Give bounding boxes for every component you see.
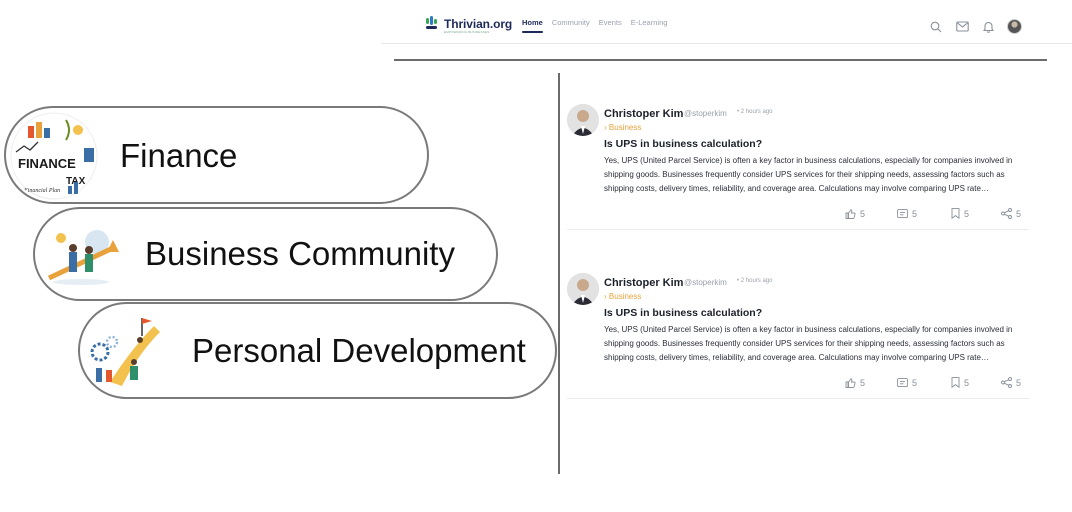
post-category[interactable]: › Business xyxy=(604,123,641,132)
comment-icon xyxy=(897,208,908,218)
column-divider xyxy=(558,73,560,474)
category-personal-development[interactable]: Personal Development xyxy=(78,302,557,399)
nav-events[interactable]: Events xyxy=(599,18,622,27)
like-button[interactable]: 5 xyxy=(813,377,865,388)
share-icon xyxy=(1001,208,1012,219)
finance-word: FINANCE xyxy=(18,156,76,171)
thumbs-up-icon xyxy=(845,208,856,219)
post-body: Yes, UPS (United Parcel Service) is ofte… xyxy=(604,156,1013,193)
bell-icon[interactable] xyxy=(981,20,995,34)
comment-button[interactable]: 5 xyxy=(865,208,917,219)
post-time-text: 2 hours ago xyxy=(740,278,773,284)
share-button[interactable]: 5 xyxy=(969,377,1021,388)
post-time: • 2 hours ago xyxy=(737,109,773,115)
post-body: Yes, UPS (United Parcel Service) is ofte… xyxy=(604,325,1013,362)
share-button[interactable]: 5 xyxy=(969,208,1021,219)
save-button[interactable]: 5 xyxy=(917,208,969,219)
category-label: Finance xyxy=(120,137,238,174)
chevron-right-icon: › xyxy=(604,123,607,132)
category-label: Personal Development xyxy=(192,332,526,369)
category-finance[interactable]: FINANCE TAX Financial Plan Finance xyxy=(4,106,429,204)
bookmark-icon xyxy=(951,377,960,388)
post-card[interactable]: Christoper Kim @stoperkim • 2 hours ago … xyxy=(567,104,1029,230)
brand-name: Thrivian.org xyxy=(444,17,513,31)
search-icon[interactable] xyxy=(929,20,943,34)
handshake-growth-icon xyxy=(39,212,123,296)
finance-illustration-icon: FINANCE TAX Financial Plan xyxy=(8,112,100,200)
share-icon xyxy=(1001,377,1012,388)
nav-home[interactable]: Home xyxy=(522,18,543,33)
nav-community[interactable]: Community xyxy=(552,18,590,27)
post-actions: 5 5 5 5 xyxy=(813,208,1021,219)
post-title[interactable]: Is UPS in business calculation? xyxy=(604,307,762,319)
post-category-text: Business xyxy=(608,292,642,301)
mail-icon[interactable] xyxy=(955,20,969,34)
user-avatar[interactable] xyxy=(1007,19,1022,34)
post-time-text: 2 hours ago xyxy=(740,109,773,115)
author-avatar[interactable] xyxy=(567,104,599,136)
share-count: 5 xyxy=(1015,208,1021,219)
logo-mark-icon xyxy=(426,16,440,32)
financial-plan-label: Financial Plan xyxy=(23,188,60,194)
save-button[interactable]: 5 xyxy=(917,377,969,388)
comment-icon xyxy=(897,377,908,387)
category-label: Business Community xyxy=(145,235,455,272)
chevron-right-icon: › xyxy=(604,292,607,301)
category-business-community[interactable]: Business Community xyxy=(33,207,498,301)
post-category[interactable]: › Business xyxy=(604,292,641,301)
nav-elearning[interactable]: E-Learning xyxy=(631,18,668,27)
thumbs-up-icon xyxy=(845,377,856,388)
nav-actions xyxy=(929,19,1022,34)
author-name[interactable]: Christoper Kim xyxy=(604,108,683,120)
author-avatar[interactable] xyxy=(567,273,599,305)
post-category-text: Business xyxy=(608,123,642,132)
page: Thrivian.org EMPOWERING BUSINESSES Home … xyxy=(0,0,1072,512)
summit-flag-icon xyxy=(82,308,168,394)
post-actions: 5 5 5 5 xyxy=(813,377,1021,388)
post-title[interactable]: Is UPS in business calculation? xyxy=(604,138,762,150)
top-navbar: Thrivian.org EMPOWERING BUSINESSES Home … xyxy=(382,0,1072,44)
header-divider xyxy=(394,59,1047,61)
author-handle: @stoperkim xyxy=(684,278,727,287)
author-handle: @stoperkim xyxy=(684,109,727,118)
author-name[interactable]: Christoper Kim xyxy=(604,277,683,289)
main-nav: Home Community Events E-Learning xyxy=(522,18,668,33)
bookmark-icon xyxy=(951,208,960,219)
like-button[interactable]: 5 xyxy=(813,208,865,219)
post-card[interactable]: Christoper Kim @stoperkim • 2 hours ago … xyxy=(567,273,1029,399)
brand-tagline: EMPOWERING BUSINESSES xyxy=(444,30,490,34)
comment-button[interactable]: 5 xyxy=(865,377,917,388)
post-time: • 2 hours ago xyxy=(737,278,773,284)
share-count: 5 xyxy=(1015,377,1021,388)
